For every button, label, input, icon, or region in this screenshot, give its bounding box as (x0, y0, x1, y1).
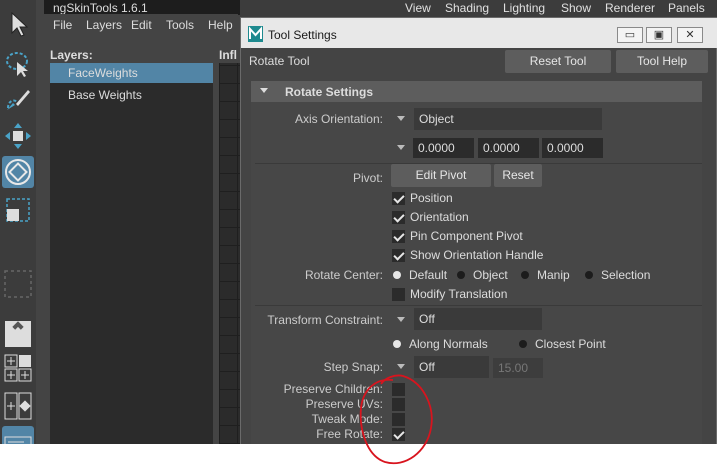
influences-list[interactable] (219, 63, 241, 444)
edit-pivot-button[interactable]: Edit Pivot (391, 164, 491, 187)
modify-translation-checkbox[interactable] (392, 288, 405, 301)
menu-show[interactable]: Show (561, 1, 591, 15)
maya-logo-icon (248, 26, 263, 42)
show-orientation-handle-label: Show Orientation Handle (410, 248, 544, 262)
reset-pivot-button[interactable]: Reset (494, 164, 542, 187)
annotation-circle (359, 374, 433, 465)
lasso-tool-icon[interactable] (2, 48, 34, 80)
menu-file[interactable]: File (53, 18, 72, 32)
viewport-menubar: View Shading Lighting Show Renderer Pane… (240, 0, 717, 17)
orientation-label: Orientation (410, 210, 469, 224)
menu-renderer[interactable]: Renderer (605, 1, 655, 15)
section-title: Rotate Settings (285, 85, 374, 99)
axis-y-field[interactable]: 0.0000 (478, 138, 539, 158)
axis-orientation-dropdown-icon[interactable] (397, 116, 405, 121)
rotate-tool-icon[interactable] (2, 156, 34, 188)
reset-tool-button[interactable]: Reset Tool (505, 50, 611, 73)
single-layout-icon[interactable] (2, 318, 34, 350)
toolbox (0, 0, 36, 468)
maximize-button[interactable]: ▣ (646, 27, 672, 43)
menu-lighting[interactable]: Lighting (503, 1, 545, 15)
rotate-center-default-label: Default (409, 268, 448, 282)
select-tool-icon[interactable] (2, 8, 34, 40)
axis-x-field[interactable]: 0.0000 (413, 138, 474, 158)
show-orientation-handle-checkbox[interactable] (392, 249, 405, 262)
ngskintools-menubar: File Layers Edit Tools Help (44, 14, 238, 36)
axis-orientation-label: Axis Orientation: (294, 112, 383, 126)
close-button[interactable]: ✕ (677, 27, 703, 43)
rotate-center-default-radio[interactable] (393, 271, 401, 279)
minimize-icon: ▭ (624, 29, 636, 41)
layer-item-base-weights[interactable]: Base Weights (50, 85, 213, 105)
position-checkbox[interactable] (392, 192, 405, 205)
rotate-center-selection-label: Selection (601, 268, 651, 282)
scale-tool-icon[interactable] (2, 194, 34, 226)
closest-point-radio[interactable] (519, 340, 527, 348)
menu-help[interactable]: Help (208, 18, 233, 32)
rotate-center-manip-radio[interactable] (521, 271, 529, 279)
rotate-center-object-radio[interactable] (457, 271, 465, 279)
pin-component-pivot-checkbox[interactable] (392, 230, 405, 243)
two-view-layout-icon[interactable] (2, 390, 34, 422)
step-snap-amount-field[interactable]: 15.00 (493, 358, 543, 378)
minimize-button[interactable]: ▭ (617, 27, 643, 43)
ngskintools-title: ngSkinTools 1.6.1 (44, 0, 247, 15)
rotate-center-selection-radio[interactable] (585, 271, 593, 279)
transform-constraint-label: Transform Constraint: (267, 313, 383, 327)
menu-shading[interactable]: Shading (445, 1, 489, 15)
menu-view[interactable]: View (405, 1, 431, 15)
rotate-settings-header[interactable]: Rotate Settings (251, 81, 702, 102)
along-normals-label: Along Normals (409, 337, 488, 351)
separator (255, 305, 702, 306)
closest-point-label: Closest Point (535, 337, 606, 351)
position-label: Position (410, 191, 453, 205)
menu-tools[interactable]: Tools (166, 18, 194, 32)
axis-values-dropdown-icon[interactable] (397, 145, 405, 150)
tool-help-button[interactable]: Tool Help (616, 50, 708, 73)
rotate-center-object-label: Object (473, 268, 508, 282)
transform-constraint-select[interactable]: Off (414, 308, 542, 330)
axis-orientation-select[interactable]: Object (414, 108, 602, 130)
rotate-center-manip-label: Manip (537, 268, 570, 282)
rotate-center-label: Rotate Center: (304, 268, 383, 282)
layers-list[interactable]: FaceWeights Base Weights (50, 63, 213, 444)
pin-component-pivot-label: Pin Component Pivot (410, 229, 523, 243)
menu-panels[interactable]: Panels (668, 1, 705, 15)
orientation-checkbox[interactable] (392, 211, 405, 224)
menu-layers[interactable]: Layers (86, 18, 122, 32)
axis-z-field[interactable]: 0.0000 (542, 138, 603, 158)
move-tool-icon[interactable] (2, 120, 34, 152)
last-tool-icon[interactable] (2, 268, 34, 300)
transform-constraint-dropdown-icon[interactable] (397, 317, 405, 322)
bottom-cutoff (0, 444, 240, 468)
layer-item-faceweights[interactable]: FaceWeights (50, 63, 213, 83)
menu-edit[interactable]: Edit (131, 18, 152, 32)
bottom-cutoff-right (240, 444, 717, 468)
pivot-label: Pivot: (352, 171, 383, 185)
maximize-icon: ▣ (653, 29, 665, 41)
along-normals-radio[interactable] (393, 340, 401, 348)
layers-label: Layers: (50, 48, 93, 62)
paint-select-tool-icon[interactable] (2, 84, 34, 116)
four-view-layout-icon[interactable] (2, 352, 34, 384)
close-icon: ✕ (685, 29, 695, 41)
modify-translation-label: Modify Translation (410, 287, 508, 301)
collapse-arrow-icon (260, 88, 268, 93)
influences-label: Infl (219, 48, 237, 62)
tool-name: Rotate Tool (249, 54, 310, 68)
tool-settings-title: Tool Settings (268, 28, 337, 42)
